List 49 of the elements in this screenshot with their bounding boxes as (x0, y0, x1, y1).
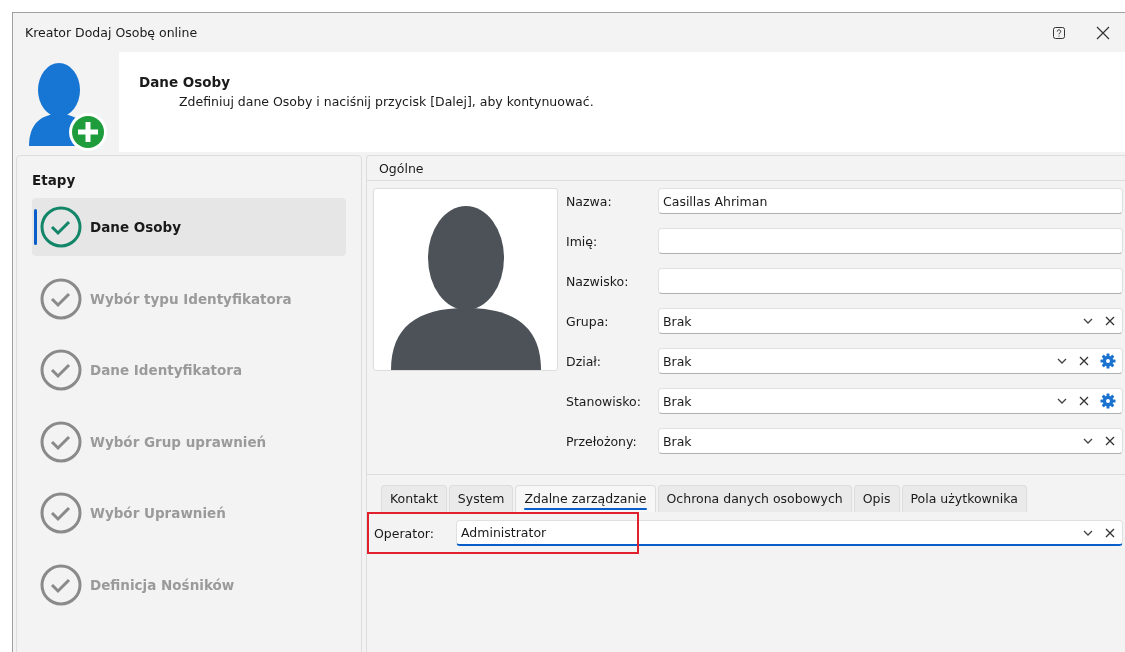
tab[interactable]: Zdalne zarządzanie (515, 485, 656, 512)
dropdown-field[interactable]: Administrator (456, 520, 1123, 546)
step-label: Dane Osoby (90, 219, 182, 235)
tab[interactable]: Ochrona danych osobowych (657, 485, 852, 512)
clear-icon[interactable] (1078, 395, 1090, 407)
check-circle-icon (40, 492, 82, 534)
tab[interactable]: Kontakt (381, 485, 447, 512)
page-instruction: Zdefiniuj dane Osoby i naciśnij przycisk [Dalej], aby kontynuować. (179, 94, 595, 109)
field-label: Dział: (565, 353, 603, 369)
wizard-step[interactable]: Dane Osoby (32, 198, 346, 256)
close-icon (1096, 25, 1110, 40)
page-heading: Dane Osoby (139, 74, 232, 90)
step-label: Wybór Uprawnień (90, 505, 226, 521)
dropdown-field[interactable]: Brak (658, 308, 1123, 334)
text-field[interactable] (658, 268, 1123, 294)
check-circle-icon (40, 420, 82, 463)
dropdown-field[interactable]: Brak (658, 388, 1123, 414)
field-label: Nazwa: (565, 193, 613, 209)
step-label: Wybór Grup uprawnień (90, 433, 267, 450)
text-field[interactable] (658, 228, 1123, 254)
field-label: Stanowisko: (565, 393, 642, 409)
help-icon (1053, 26, 1065, 39)
step-label: Definicja Nośników (90, 576, 235, 593)
tab[interactable]: System (448, 485, 514, 512)
tab[interactable]: Opis (853, 485, 900, 512)
clear-icon[interactable] (1104, 435, 1116, 447)
dropdown-field[interactable]: Brak (658, 348, 1123, 374)
window-title: Kreator Dodaj Osobę online (25, 25, 199, 40)
clear-icon[interactable] (1104, 526, 1116, 539)
field-label: Grupa: (565, 313, 610, 329)
tab[interactable]: Pola użytkownika (901, 485, 1027, 512)
field-label: Operator: (374, 525, 435, 541)
settings-icon[interactable] (1100, 353, 1116, 369)
check-circle-icon (40, 206, 82, 248)
step-label: Wybór typu Identyfikatora (90, 290, 292, 307)
clear-icon[interactable] (1078, 355, 1090, 367)
dropdown-field[interactable]: Brak (658, 428, 1123, 454)
step-label: Dane Identyfikatora (90, 362, 243, 378)
check-circle-icon (40, 563, 82, 606)
field-label: Przełożony: (565, 433, 638, 449)
text-field[interactable]: Casillas Ahriman (658, 188, 1123, 214)
settings-icon[interactable] (1100, 393, 1116, 409)
steps-heading: Etapy (32, 172, 77, 188)
check-circle-icon (40, 277, 82, 320)
field-label: Imię: (565, 233, 599, 249)
clear-icon[interactable] (1104, 315, 1116, 327)
check-circle-icon (40, 349, 82, 391)
field-label: Nazwisko: (565, 273, 630, 289)
section-header: Ogólne (367, 156, 1125, 181)
